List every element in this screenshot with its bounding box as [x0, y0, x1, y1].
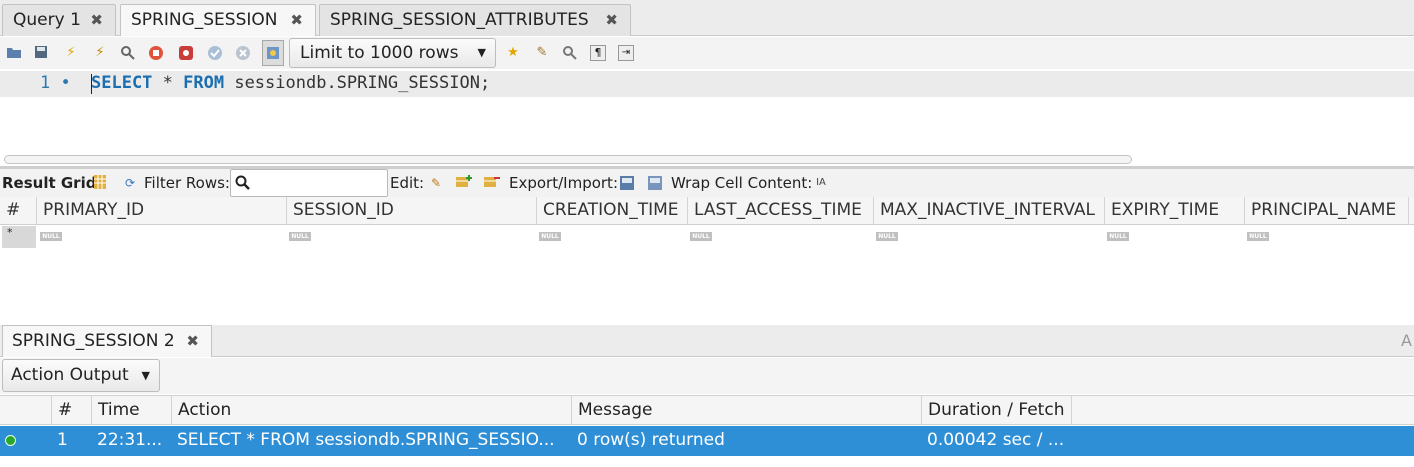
row-number-header: #	[0, 197, 37, 225]
limit-rows-value: Limit to 1000 rows	[300, 43, 459, 63]
refresh-icon[interactable]: ⟳	[122, 175, 138, 191]
rollback-icon[interactable]	[235, 45, 251, 61]
sql-code-line[interactable]: SELECT * FROM sessiondb.SPRING_SESSION;	[91, 73, 490, 93]
column-header[interactable]: SESSION_ID	[287, 197, 537, 225]
tab-label: Query 1	[13, 10, 81, 30]
status-column-header	[0, 396, 52, 425]
tab-spring-session-2[interactable]: SPRING_SESSION 2 ✖	[2, 325, 212, 357]
table-row[interactable]: 1 22:31... SELECT * FROM sessiondb.SPRIN…	[0, 426, 1414, 456]
beautify-icon[interactable]: ✎	[534, 45, 550, 61]
close-icon[interactable]: ✖	[90, 5, 103, 35]
result-grid-label[interactable]: Result Grid	[2, 174, 96, 192]
edit-label: Edit:	[390, 174, 425, 192]
sql-keyword-select: SELECT	[91, 73, 153, 93]
explain-icon[interactable]	[120, 45, 136, 61]
export-icon[interactable]	[619, 175, 635, 191]
chevron-down-icon: ▼	[141, 369, 150, 382]
null-cell[interactable]: NULL	[1247, 232, 1269, 241]
sql-editor[interactable]: 1 • SELECT * FROM sessiondb.SPRING_SESSI…	[0, 69, 1414, 153]
text-cursor	[91, 74, 92, 94]
column-header[interactable]: MAX_INACTIVE_INTERVAL	[874, 197, 1105, 225]
toggle-error-icon[interactable]	[178, 45, 194, 61]
null-cell[interactable]: NULL	[539, 232, 561, 241]
execute-current-icon[interactable]: ⚡	[92, 45, 108, 61]
line-gutter: 1 •	[40, 73, 71, 93]
column-header[interactable]: PRIMARY_ID	[37, 197, 287, 225]
import-icon[interactable]	[647, 175, 663, 191]
horizontal-scrollbar[interactable]	[4, 155, 1132, 164]
find-icon[interactable]	[562, 45, 578, 61]
wrap-icon[interactable]: ⇥	[618, 45, 634, 61]
column-header[interactable]: CREATION_TIME	[537, 197, 688, 225]
column-header[interactable]: Time	[92, 396, 172, 425]
search-icon	[235, 175, 251, 195]
query-tab-bar: Query 1 ✖ SPRING_SESSION ✖ SPRING_SESSIO…	[0, 0, 1414, 36]
export-import-label: Export/Import:	[509, 174, 618, 192]
null-cell[interactable]: NULL	[40, 232, 62, 241]
row-duration: 0.00042 sec / ...	[927, 430, 1065, 450]
row-time: 22:31...	[97, 430, 163, 450]
null-cell[interactable]: NULL	[876, 232, 898, 241]
action-output-header: # Time Action Message Duration / Fetch	[0, 395, 1414, 425]
column-header[interactable]: Message	[572, 396, 922, 425]
delete-row-icon[interactable]	[484, 175, 500, 191]
sql-keyword-from: FROM	[183, 73, 225, 93]
limit-rows-select[interactable]: Limit to 1000 rows ▼	[289, 38, 496, 68]
wrap-cell-label: Wrap Cell Content:	[671, 174, 813, 192]
bookmark-icon[interactable]: ★	[505, 45, 521, 61]
tab-label: SPRING_SESSION	[131, 10, 278, 30]
sql-editor-toolbar: ⚡ ⚡ Limit to 1000 rows ▼ ★ ✎ ¶ ⇥	[0, 37, 1414, 69]
close-icon[interactable]: ✖	[186, 326, 199, 357]
autocommit-icon[interactable]	[262, 40, 284, 66]
column-header[interactable]: #	[52, 396, 92, 425]
tab-spring-session[interactable]: SPRING_SESSION ✖	[120, 4, 316, 36]
row-message: 0 row(s) returned	[577, 430, 725, 450]
close-icon[interactable]: ✖	[290, 5, 303, 35]
tab-query-1[interactable]: Query 1 ✖	[2, 4, 116, 36]
column-header[interactable]: Duration / Fetch	[922, 396, 1072, 425]
filter-rows-label: Filter Rows:	[144, 174, 230, 192]
column-header[interactable]: PRINCIPAL_NAME	[1245, 197, 1409, 225]
save-icon[interactable]	[33, 45, 49, 61]
tab-label: SPRING_SESSION 2	[12, 331, 175, 351]
action-output-select[interactable]: Action Output ▼	[2, 359, 160, 392]
statement-marker: •	[60, 73, 71, 93]
stop-icon[interactable]	[148, 45, 164, 61]
chevron-down-icon: ▼	[477, 46, 486, 59]
null-cell[interactable]: NULL	[1107, 232, 1129, 241]
column-header[interactable]: Action	[172, 396, 572, 425]
commit-icon[interactable]	[207, 45, 223, 61]
row-action: SELECT * FROM sessiondb.SPRING_SESSIO...	[177, 430, 555, 450]
open-folder-icon[interactable]	[6, 45, 22, 61]
result-grid-toolbar: Result Grid ⟳ Filter Rows: Edit: ✎ Expor…	[0, 169, 1414, 197]
null-cell[interactable]: NULL	[690, 232, 712, 241]
wrap-cell-icon[interactable]: IA	[813, 175, 829, 191]
sql-table-ref: sessiondb.SPRING_SESSION;	[224, 73, 491, 93]
success-icon	[5, 435, 16, 446]
panel-side-label[interactable]: A	[1401, 331, 1412, 350]
action-output-value: Action Output	[11, 365, 129, 385]
tab-label: SPRING_SESSION_ATTRIBUTES	[330, 10, 589, 30]
null-cell[interactable]: NULL	[289, 232, 311, 241]
insert-row-icon[interactable]	[456, 175, 472, 191]
output-toolbar: Action Output ▼	[0, 358, 1414, 394]
filter-rows-input[interactable]	[230, 169, 388, 197]
sql-star: *	[152, 73, 184, 93]
edit-row-icon[interactable]: ✎	[428, 175, 444, 191]
invisible-chars-icon[interactable]: ¶	[590, 45, 606, 61]
column-header[interactable]: EXPIRY_TIME	[1105, 197, 1245, 225]
column-header[interactable]: LAST_ACCESS_TIME	[688, 197, 874, 225]
row-number: 1	[57, 430, 68, 450]
new-row-marker[interactable]: *	[2, 226, 36, 248]
result-tab-bar: SPRING_SESSION 2 ✖ A	[0, 325, 1414, 357]
grid-view-icon[interactable]	[92, 175, 108, 191]
tab-spring-session-attributes[interactable]: SPRING_SESSION_ATTRIBUTES ✖	[319, 4, 631, 36]
execute-icon[interactable]: ⚡	[63, 45, 79, 61]
close-icon[interactable]: ✖	[605, 5, 618, 35]
line-number: 1	[40, 73, 51, 93]
result-grid-header: # PRIMARY_ID SESSION_ID CREATION_TIME LA…	[0, 197, 1414, 225]
